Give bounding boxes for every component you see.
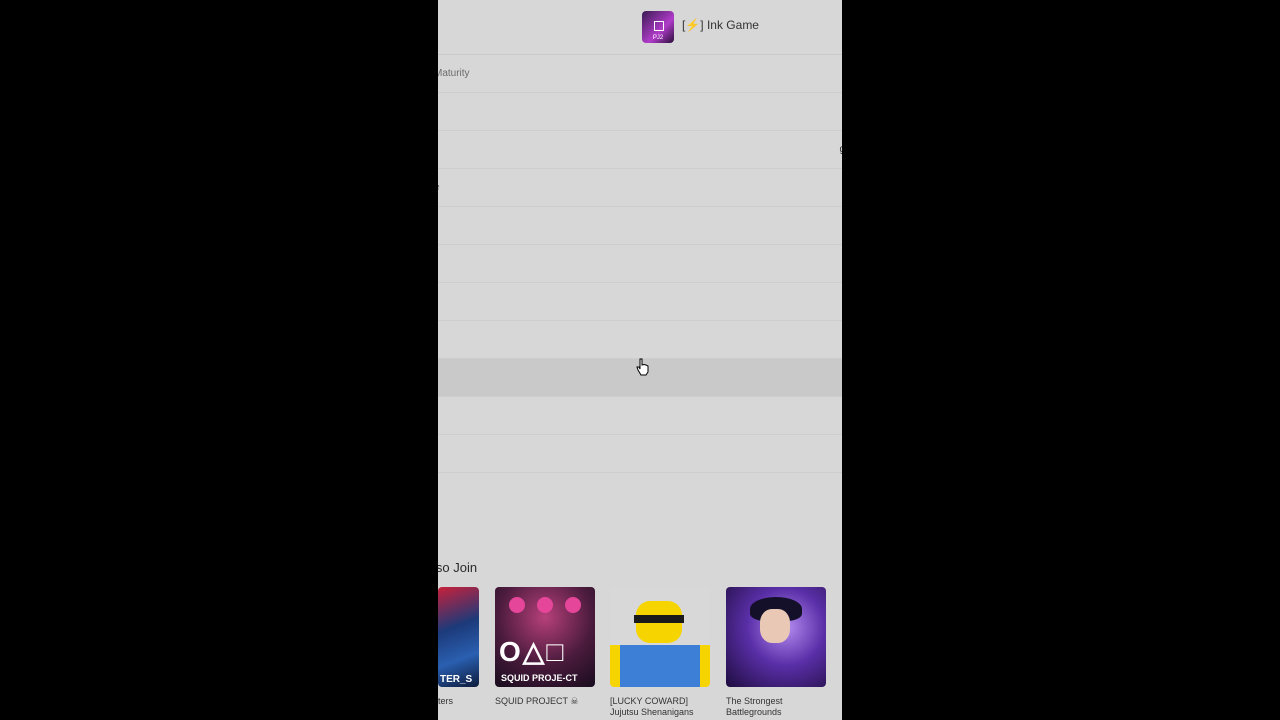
thumbnail-text: SQUID PROJE-CT	[501, 673, 578, 683]
avatar-arm	[610, 645, 620, 687]
row-value: g	[839, 144, 842, 155]
lightning-icon: ⚡	[685, 18, 701, 32]
square-symbol-icon	[654, 21, 664, 31]
info-row[interactable]: t	[438, 321, 842, 359]
shapes-logo: O△□	[499, 636, 566, 667]
game-title-suffix: ] Ink Game	[700, 18, 759, 32]
info-row[interactable]	[438, 283, 842, 321]
character-face	[760, 609, 790, 643]
row-label: e	[438, 182, 440, 193]
game-thumbnail[interactable]: TER_S	[438, 587, 479, 687]
avatar-body	[618, 645, 702, 687]
hand-pointer-icon	[636, 358, 649, 376]
info-row[interactable]	[438, 245, 842, 283]
info-row[interactable]: e	[438, 169, 842, 207]
game-caption[interactable]: The Strongest Battlegrounds	[726, 696, 834, 718]
recommended-game-card[interactable]: O△□ SQUID PROJE-CT SQUID PROJECT ☠	[495, 587, 603, 707]
info-row[interactable]: Maturity	[438, 55, 842, 93]
game-icon-text: PJ2	[652, 35, 664, 41]
info-row[interactable]	[438, 207, 842, 245]
game-thumbnail[interactable]	[610, 587, 710, 687]
info-row[interactable]	[438, 93, 842, 131]
info-row[interactable]	[438, 397, 842, 435]
blindfold	[634, 615, 684, 623]
game-thumbnail[interactable]: O△□ SQUID PROJE-CT	[495, 587, 595, 687]
game-caption[interactable]: SQUID PROJECT ☠	[495, 696, 603, 707]
guard-icon	[565, 597, 581, 613]
info-row[interactable]: g	[438, 131, 842, 169]
info-row[interactable]	[438, 435, 842, 473]
guard-icon	[537, 597, 553, 613]
guard-icon	[509, 597, 525, 613]
game-title[interactable]: [⚡] Ink Game	[682, 18, 759, 32]
game-thumbnail-icon[interactable]: PJ2	[642, 11, 674, 43]
row-label: Maturity	[438, 68, 470, 79]
recommended-game-card[interactable]: The Strongest Battlegrounds	[726, 587, 834, 718]
avatar-arm	[700, 645, 710, 687]
info-rows: Maturity g e t	[438, 55, 842, 473]
thumbnail-text: TER_S	[440, 674, 473, 685]
game-thumbnail[interactable]	[726, 587, 826, 687]
game-header[interactable]: PJ2 [⚡] Ink Game	[438, 0, 842, 55]
game-caption[interactable]: [LUCKY COWARD] Jujutsu Shenanigans	[610, 696, 718, 718]
recommended-game-card[interactable]: [LUCKY COWARD] Jujutsu Shenanigans	[610, 587, 718, 718]
also-join-heading: lso Join	[438, 560, 478, 575]
